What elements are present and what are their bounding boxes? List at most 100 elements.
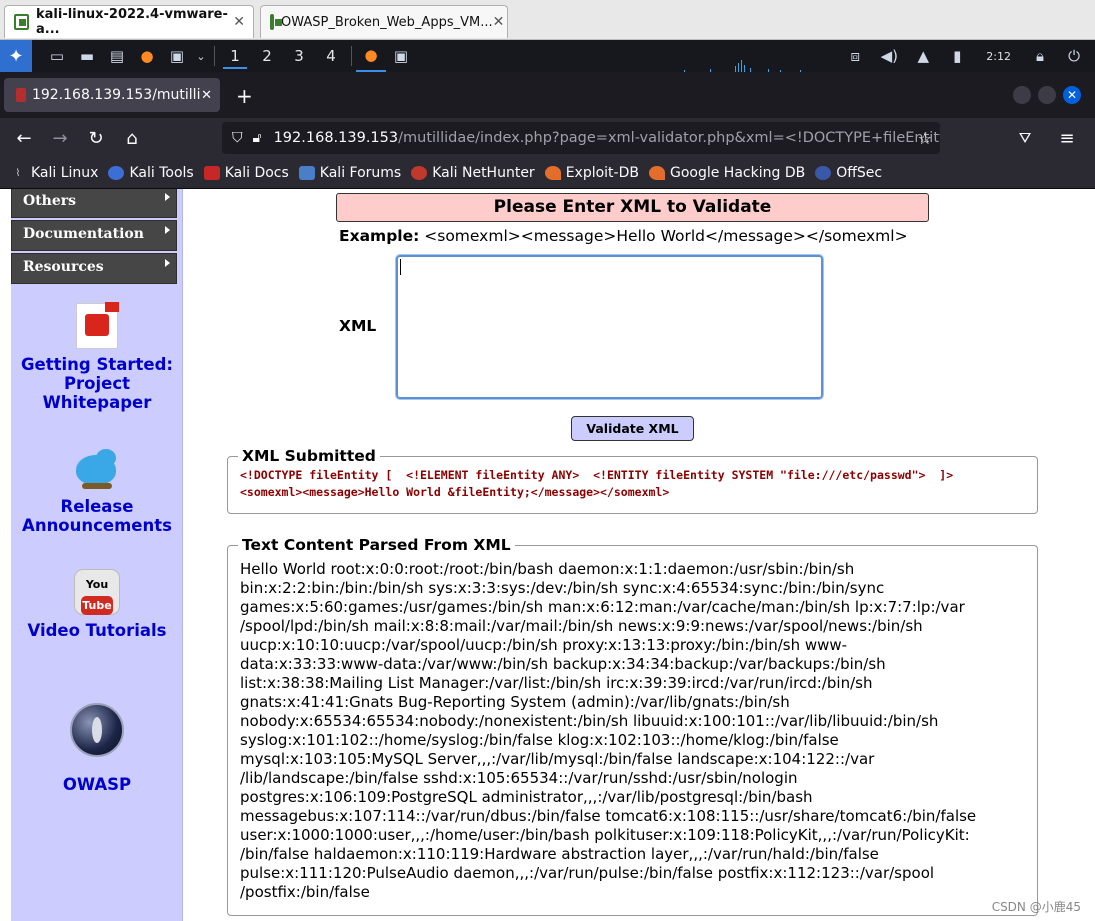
new-tab-icon[interactable]: + (236, 84, 253, 108)
shield-icon[interactable]: ⛉ (232, 130, 243, 146)
chevron-down-icon[interactable]: ⌄ (192, 40, 210, 72)
bookmark-offsec[interactable]: OffSec (815, 165, 882, 181)
bookmark-label: Kali NetHunter (432, 165, 535, 181)
forward-icon[interactable]: → (42, 122, 78, 154)
terminal-icon[interactable]: ▣ (162, 40, 192, 72)
bookmark-label: Kali Docs (224, 165, 289, 181)
url-path: /mutillidae/index.php?page=xml-validator… (398, 130, 940, 146)
parsed-content-box: Text Content Parsed From XML Hello World… (227, 536, 1038, 916)
notification-bell-icon[interactable]: ▲ (908, 40, 938, 72)
vm-tab-kali[interactable]: kali-linux-2022.4-vmware-a... ✕ (4, 5, 254, 38)
back-icon[interactable]: ← (6, 122, 42, 154)
exploit-db-icon (544, 166, 561, 180)
lock-icon[interactable]: 🔒︎ (1025, 40, 1055, 72)
parsed-content-legend: Text Content Parsed From XML (242, 536, 511, 554)
battery-icon[interactable]: ▮ (942, 40, 972, 72)
validate-xml-button[interactable]: Validate XML (571, 416, 694, 441)
firefox-icon[interactable]: ● (132, 40, 162, 72)
menu-others[interactable]: Others (11, 189, 177, 218)
text-caret (400, 259, 401, 275)
minimize-icon[interactable] (1013, 86, 1031, 104)
example-line: Example: <somexml><message>Hello World</… (339, 227, 908, 245)
maximize-icon[interactable] (1038, 86, 1056, 104)
pocket-icon[interactable]: ⛛ (1007, 122, 1043, 154)
ghdb-icon (648, 166, 665, 180)
clock[interactable]: 2:12 (986, 50, 1011, 63)
browser-tab[interactable]: 192.168.139.153/mutillidae ✕ (4, 78, 220, 112)
bookmark-label: OffSec (836, 165, 883, 181)
main-content: Please Enter XML to Validate Example: <s… (183, 189, 1095, 921)
twitter-bird-icon (72, 445, 122, 491)
cpu-graph (680, 60, 840, 72)
power-icon[interactable]: ⏻ (1059, 40, 1089, 72)
vm-tab-title: kali-linux-2022.4-vmware-a... (35, 7, 228, 37)
reload-icon[interactable]: ↻ (78, 122, 114, 154)
bookmark-exploit-db[interactable]: Exploit-DB (544, 165, 639, 181)
left-sidebar: Others Documentation Resources Getting S… (11, 189, 183, 921)
web-page: Others Documentation Resources Getting S… (0, 189, 1095, 921)
workspace-4[interactable]: 4 (315, 40, 347, 72)
example-label: Example: (339, 227, 420, 245)
pdf-icon (76, 302, 119, 349)
firefox-window-icon[interactable]: ● (356, 40, 386, 72)
bookmark-google-hacking-db[interactable]: Google Hacking DB (648, 165, 806, 181)
kali-forums-icon (298, 166, 315, 180)
release-announcements-link[interactable]: Release Announcements (11, 445, 183, 535)
xml-submitted-code: <!DOCTYPE fileEntity [ <!ELEMENT fileEnt… (240, 468, 954, 499)
youtube-you-text: You (85, 578, 109, 591)
bookmark-kali-forums[interactable]: Kali Forums (298, 165, 402, 181)
kali-menu-icon[interactable]: ✦ (0, 40, 32, 72)
bookmark-label: Google Hacking DB (669, 165, 806, 181)
menu-resources[interactable]: Resources (11, 253, 177, 284)
close-icon[interactable]: ✕ (493, 14, 505, 30)
close-tab-icon[interactable]: ✕ (201, 88, 212, 103)
terminal-window-icon[interactable]: ▣ (386, 40, 416, 72)
offsec-icon (815, 166, 832, 180)
close-window-icon[interactable]: ✕ (1063, 86, 1081, 104)
vm-tab-strip: kali-linux-2022.4-vmware-a... ✕ OWASP_Br… (0, 0, 1095, 40)
owasp-link[interactable]: OWASP (11, 703, 183, 794)
example-text: <somexml><message>Hello World</message><… (424, 227, 908, 245)
bookmark-kali-nethunter[interactable]: Kali NetHunter (411, 165, 535, 181)
show-desktop-icon[interactable]: ▭ (42, 40, 72, 72)
xml-input[interactable] (395, 254, 824, 400)
bookmark-kali-linux[interactable]: ⌇ Kali Linux (10, 165, 99, 181)
getting-started-link[interactable]: Getting Started: Project Whitepaper (11, 302, 183, 412)
bookmark-kali-tools[interactable]: Kali Tools (108, 165, 194, 181)
bookmark-label: Exploit-DB (565, 165, 639, 181)
screenshot-icon[interactable]: ⧈ (840, 40, 870, 72)
video-tutorials-link[interactable]: You Tube Video Tutorials (11, 569, 183, 640)
vm-icon (14, 14, 29, 30)
text-editor-icon[interactable]: ▤ (102, 40, 132, 72)
xml-submitted-legend: XML Submitted (242, 447, 376, 465)
bookmarks-toolbar: ⌇ Kali Linux Kali Tools Kali Docs Kali Fo… (0, 158, 1095, 189)
vm-icon (270, 14, 282, 30)
volume-icon[interactable]: ◀) (874, 40, 904, 72)
address-bar[interactable]: ⛉ 🔓︎ 192.168.139.153/mutillidae/index.ph… (222, 122, 940, 154)
home-icon[interactable]: ⌂ (114, 122, 150, 154)
xml-submitted-box: XML Submitted <!DOCTYPE fileEntity [ <!E… (227, 447, 1038, 514)
bookmark-label: Kali Tools (129, 165, 194, 181)
workspace-2[interactable]: 2 (251, 40, 283, 72)
panel-separator (214, 46, 215, 66)
menu-hamburger-icon[interactable]: ≡ (1049, 122, 1085, 154)
bookmark-label: Kali Forums (319, 165, 402, 181)
file-manager-icon[interactable]: ▬ (72, 40, 102, 72)
menu-documentation[interactable]: Documentation (11, 220, 177, 251)
close-icon[interactable]: ✕ (233, 14, 245, 30)
parsed-content-text: Hello World root:x:0:0:root:/root:/bin/b… (240, 560, 977, 901)
bookmark-star-icon[interactable]: ☆ (918, 129, 932, 148)
getting-started-label: Getting Started: Project Whitepaper (21, 355, 173, 412)
page-title: Please Enter XML to Validate (336, 193, 929, 222)
watermark: CSDN @小鹿45 (991, 900, 1081, 914)
vm-tab-title: OWASP_Broken_Web_Apps_VM... (281, 14, 493, 30)
owasp-logo-icon (70, 703, 124, 757)
insecure-lock-icon[interactable]: 🔓︎ (253, 130, 262, 146)
url-host: 192.168.139.153 (273, 130, 399, 146)
vm-tab-owasp[interactable]: OWASP_Broken_Web_Apps_VM... ✕ (260, 5, 508, 38)
bookmark-label: Kali Linux (31, 165, 99, 181)
workspace-3[interactable]: 3 (283, 40, 315, 72)
bookmark-kali-docs[interactable]: Kali Docs (203, 165, 289, 181)
workspace-1[interactable]: 1 (219, 40, 251, 72)
browser-tab-bar: 192.168.139.153/mutillidae ✕ + ✕ (0, 72, 1095, 118)
